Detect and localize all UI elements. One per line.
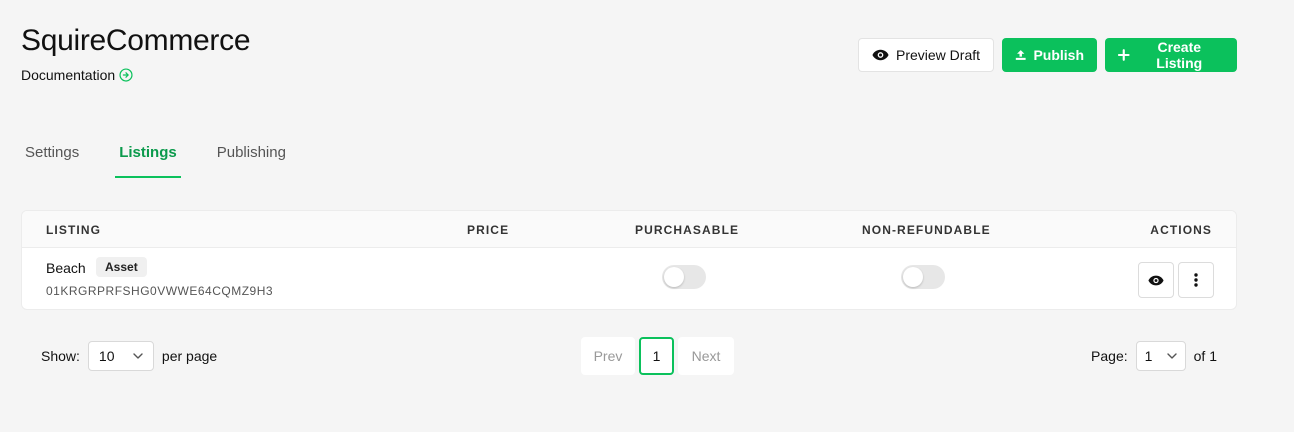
pagination: Prev 1 Next	[581, 337, 734, 375]
preview-draft-label: Preview Draft	[895, 47, 981, 63]
per-page-select[interactable]: 10	[87, 341, 154, 371]
next-page-button[interactable]: Next	[678, 337, 734, 375]
plus-icon	[1118, 49, 1130, 61]
view-listing-button[interactable]	[1138, 262, 1174, 298]
toggle-knob	[664, 267, 684, 287]
publish-label: Publish	[1033, 47, 1084, 63]
chevron-down-icon	[1166, 353, 1177, 359]
per-page-suffix: per page	[161, 348, 218, 364]
header-actions: Preview Draft Publish Create Listing	[858, 38, 1237, 72]
documentation-link-label: Documentation	[21, 67, 116, 83]
listing-name: Beach	[46, 260, 86, 276]
app-title: SquireCommerce	[21, 24, 251, 57]
upload-icon	[1015, 50, 1026, 60]
more-vertical-icon	[1194, 273, 1198, 287]
table-row: Beach Asset 01KRGRPRFSHG0VWWE64CQMZ9H3	[22, 248, 1236, 309]
page-select[interactable]: 1	[1135, 341, 1186, 371]
tab-publishing[interactable]: Publishing	[213, 128, 290, 178]
table-header: Listing Price Purchasable Non-refundable…	[22, 211, 1236, 248]
listing-type-badge: Asset	[96, 257, 147, 277]
show-label: Show:	[41, 348, 80, 364]
tab-listings[interactable]: Listings	[115, 128, 181, 178]
page-label: Page:	[1091, 348, 1128, 364]
preview-draft-button[interactable]: Preview Draft	[858, 38, 994, 72]
column-header-purchasable: Purchasable	[635, 223, 740, 237]
per-page-control: Show: 10 per page	[41, 341, 217, 371]
page-number-button[interactable]: 1	[639, 337, 674, 375]
page-select-control: Page: 1 of 1	[1091, 341, 1217, 371]
documentation-link[interactable]: Documentation	[21, 67, 133, 83]
listing-id: 01KRGRPRFSHG0VWWE64CQMZ9H3	[46, 284, 274, 298]
per-page-value: 10	[98, 348, 115, 364]
column-header-non-refundable: Non-refundable	[862, 223, 991, 237]
eye-icon	[872, 49, 889, 61]
prev-page-button[interactable]: Prev	[581, 337, 635, 375]
column-header-actions: Actions	[1150, 223, 1212, 237]
tab-bar: Settings Listings Publishing	[21, 128, 322, 178]
page-count-label: of 1	[1193, 348, 1217, 364]
purchasable-toggle[interactable]	[662, 265, 706, 289]
create-listing-button[interactable]: Create Listing	[1105, 38, 1237, 72]
toggle-knob	[903, 267, 923, 287]
column-header-price: Price	[467, 223, 510, 237]
column-header-listing: Listing	[46, 223, 102, 237]
more-actions-button[interactable]	[1178, 262, 1214, 298]
page-select-value: 1	[1144, 348, 1153, 364]
eye-icon	[1148, 275, 1164, 285]
chevron-down-icon	[133, 353, 143, 359]
publish-button[interactable]: Publish	[1002, 38, 1097, 72]
listings-table: Listing Price Purchasable Non-refundable…	[21, 210, 1237, 310]
non-refundable-toggle[interactable]	[901, 265, 945, 289]
create-listing-label: Create Listing	[1156, 39, 1203, 71]
arrow-right-circle-icon	[119, 68, 133, 82]
tab-settings[interactable]: Settings	[21, 128, 83, 178]
